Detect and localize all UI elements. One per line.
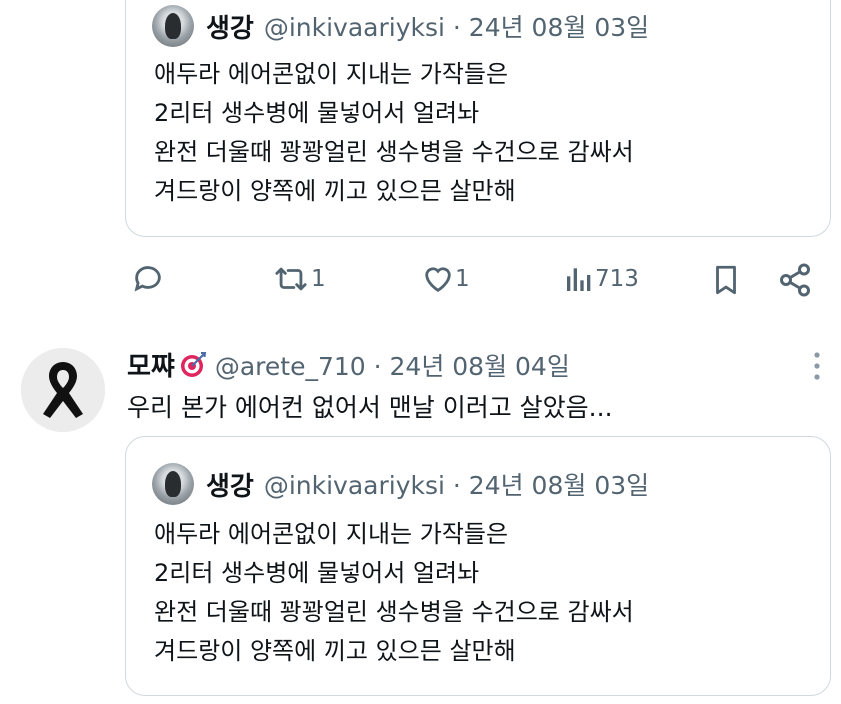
author-name: 생강	[206, 471, 254, 502]
views-count: 713	[595, 266, 639, 292]
quoted-tweet-card[interactable]: 생강 @inkivaariyksi · 24년 08월 03일 애두라 에어콘없…	[125, 0, 831, 237]
text-line: 겨드랑이 양쪽에 끼고 있으믄 살만해	[154, 177, 516, 205]
text-line: 완전 더울때 꽝꽝얼린 생수병을 수건으로 감싸서	[154, 138, 634, 166]
retweet-count: 1	[311, 266, 326, 292]
reply-tweet-text: 우리 본가 에어컨 없어서 맨날 이러고 살았음...	[127, 393, 613, 422]
avatar[interactable]	[21, 348, 105, 432]
like-button[interactable]: 1	[421, 262, 470, 296]
text-line: 애두라 에어콘없이 지내는 가작들은	[154, 60, 509, 88]
text-line: 겨드랑이 양쪽에 끼고 있으믄 살만해	[154, 637, 516, 665]
text-line: 완전 더울때 꽝꽝얼린 생수병을 수건으로 감싸서	[154, 598, 634, 626]
avatar	[152, 5, 194, 47]
quoted-tweet-header: 생강 @inkivaariyksi · 24년 08월 03일	[152, 5, 649, 47]
quoted-tweet-text: 애두라 에어콘없이 지내는 가작들은 2리터 생수병에 물넣어서 얼려놔 완전 …	[154, 55, 634, 211]
text-line: 2리터 생수병에 물넣어서 얼려놔	[154, 99, 480, 127]
share-button[interactable]	[777, 262, 813, 298]
quoted-tweet-text: 애두라 에어콘없이 지내는 가작들은 2리터 생수병에 물넣어서 얼려놔 완전 …	[154, 515, 634, 671]
quoted-tweet-header: 생강 @inkivaariyksi · 24년 08월 03일	[152, 463, 649, 505]
author-handle-time: @inkivaariyksi · 24년 08월 03일	[263, 13, 650, 42]
tweet-actions-bar: 1 1 713	[0, 262, 841, 302]
like-count: 1	[455, 266, 470, 292]
share-icon	[780, 263, 810, 297]
more-options-icon[interactable]	[811, 350, 823, 382]
text-line: 애두라 에어콘없이 지내는 가작들은	[154, 520, 509, 548]
black-ribbon-icon	[21, 348, 105, 432]
views-button[interactable]: 713	[563, 262, 639, 296]
author-handle-time: @arete_710 · 24년 08월 04일	[214, 351, 570, 381]
bookmark-icon	[716, 265, 736, 295]
author-name[interactable]: 모쨔	[127, 346, 175, 383]
dart-target-icon	[180, 351, 206, 377]
quoted-tweet-card[interactable]: 생강 @inkivaariyksi · 24년 08월 03일 애두라 에어콘없…	[125, 436, 831, 696]
avatar	[152, 463, 194, 505]
retweet-button[interactable]: 1	[271, 262, 326, 296]
author-handle-time: @inkivaariyksi · 24년 08월 03일	[263, 471, 650, 500]
reply-button[interactable]	[131, 262, 165, 296]
speech-bubble-icon	[134, 266, 161, 292]
author-name: 생강	[206, 13, 254, 44]
heart-icon	[425, 267, 451, 293]
retweet-icon	[275, 267, 307, 291]
text-line: 2리터 생수병에 물넣어서 얼려놔	[154, 559, 480, 587]
reply-tweet-header: 모쨔 @arete_710 · 24년 08월 04일	[127, 346, 570, 383]
bar-chart-icon	[567, 268, 591, 291]
bookmark-button[interactable]	[709, 262, 743, 298]
